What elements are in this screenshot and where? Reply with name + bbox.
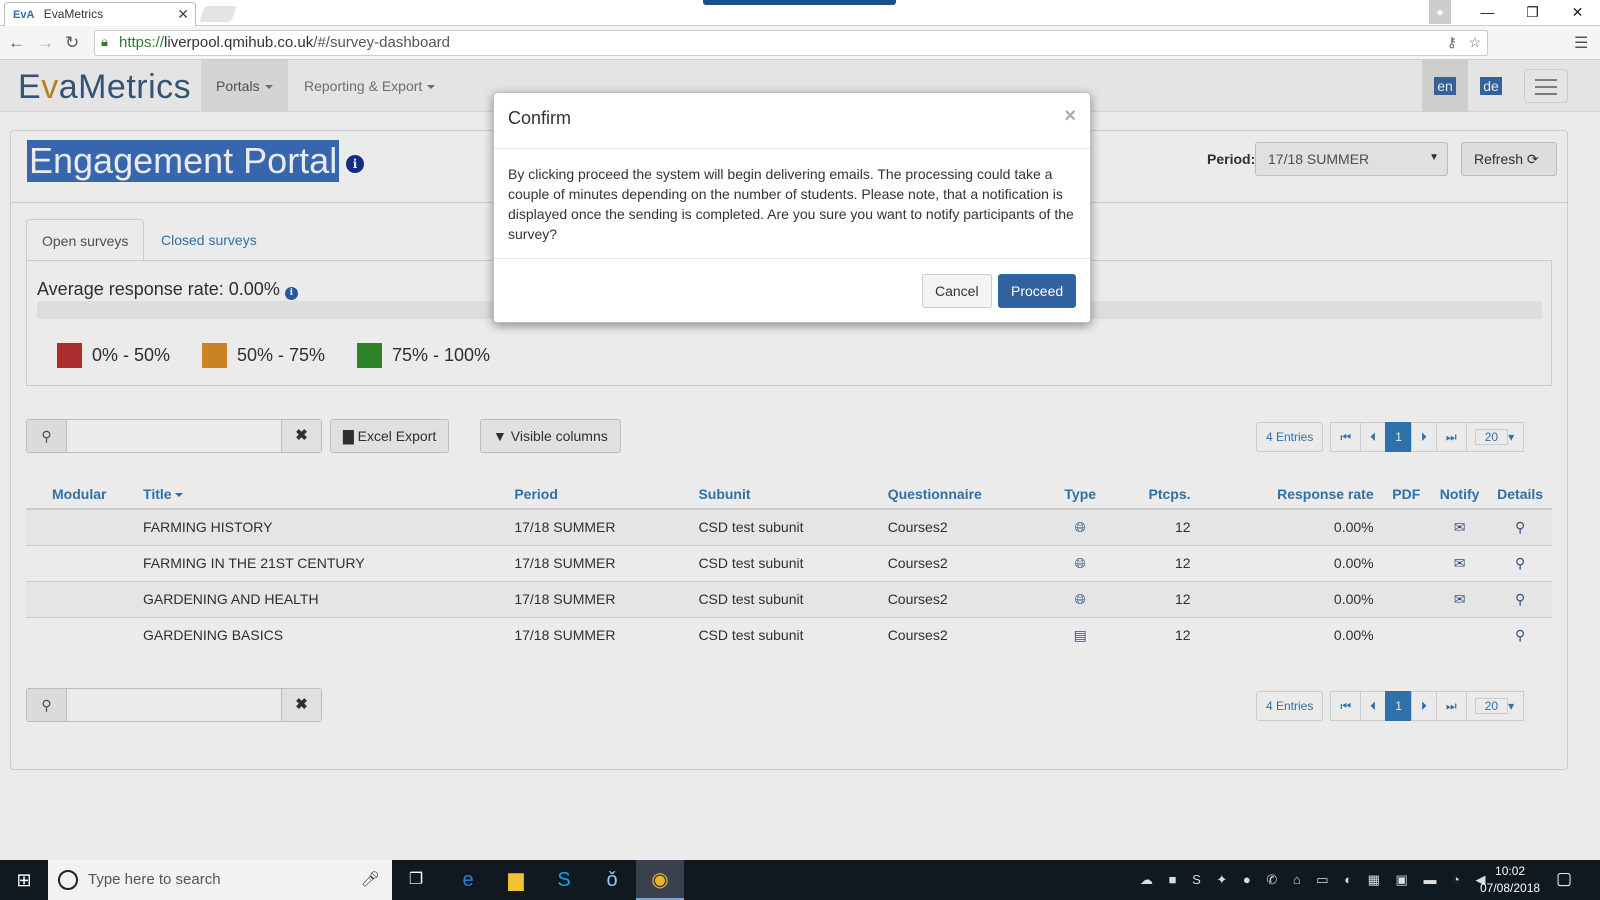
url-path: /#/survey-dashboard [313, 34, 451, 51]
browser-tab[interactable]: EvA EvaMetrics ✕ [4, 2, 196, 26]
url-scheme: https:// [119, 34, 165, 51]
task-view-icon[interactable]: ❐ [392, 860, 440, 900]
app-icon[interactable]: ǒ [588, 860, 636, 900]
lock-icon: 🔒︎ [101, 34, 108, 49]
window-controls: ● — ❐ ✕ [1429, 0, 1600, 24]
minimize-button[interactable]: — [1465, 0, 1510, 24]
forward-icon[interactable]: → [37, 33, 54, 53]
tab-title: EvaMetrics [43, 7, 104, 21]
back-icon[interactable]: ← [8, 33, 25, 53]
windows-start-icon[interactable]: ⊞ [0, 860, 48, 900]
new-tab-button[interactable] [199, 6, 237, 22]
edge-icon[interactable]: e [444, 860, 492, 900]
browser-menu-icon[interactable]: ☰ [1574, 33, 1588, 53]
file-explorer-icon[interactable]: ▆ [492, 860, 540, 900]
url-host: liverpool.qmihub.co.uk [164, 34, 314, 51]
reload-icon[interactable]: ↻ [65, 33, 79, 53]
profile-icon[interactable]: ● [1429, 0, 1451, 24]
url-field[interactable]: 🔒︎ https://liverpool.qmihub.co.uk/#/surv… [94, 30, 1488, 56]
taskbar-search[interactable]: Type here to search 🎤︎ [48, 860, 392, 900]
proceed-button[interactable]: Proceed [998, 274, 1077, 308]
key-icon[interactable]: ⚷ [1447, 34, 1457, 51]
address-toolbar: ← → ↻ 🔒︎ https://liverpool.qmihub.co.uk/… [0, 26, 1600, 60]
confirm-dialog: Confirm × By clicking proceed the system… [493, 92, 1091, 323]
modal-footer: Cancel Proceed [494, 259, 1090, 323]
notification-icon[interactable]: ▢ [1556, 869, 1572, 889]
chrome-icon[interactable]: ◉ [636, 860, 684, 900]
taskbar-clock[interactable]: 10:02 07/08/2018 [1480, 863, 1540, 897]
close-tab-icon[interactable]: ✕ [177, 6, 189, 23]
maximize-button[interactable]: ❐ [1510, 0, 1555, 24]
clock-date: 07/08/2018 [1480, 881, 1541, 895]
modal-header: Confirm × [494, 93, 1090, 149]
close-window-button[interactable]: ✕ [1555, 0, 1600, 24]
skype-icon[interactable]: S [540, 860, 588, 900]
clock-time: 10:02 [1495, 864, 1526, 878]
windows-taskbar: ⊞ Type here to search 🎤︎ ❐ e ▆ S ǒ ◉ ☁ ■… [0, 860, 1600, 900]
modal-title: Confirm [508, 108, 572, 128]
bookmark-star-icon[interactable]: ☆ [1468, 34, 1481, 51]
favicon-icon: EvA [13, 9, 35, 21]
system-tray-icons[interactable]: ☁ ■ S ✦ ● ✆ ⌂ ▭ ◐ ▦ ▣ ▬ ◔ ◀ [1140, 872, 1492, 888]
modal-message: By clicking proceed the system will begi… [494, 149, 1090, 259]
close-icon[interactable]: × [1064, 105, 1076, 128]
cortana-icon [58, 870, 78, 890]
cancel-button[interactable]: Cancel [922, 274, 992, 308]
browser-tab-strip: EvA EvaMetrics ✕ ● — ❐ ✕ [0, 0, 1600, 26]
microphone-icon[interactable]: 🎤︎ [361, 870, 380, 888]
window-drag-indicator [703, 0, 896, 5]
